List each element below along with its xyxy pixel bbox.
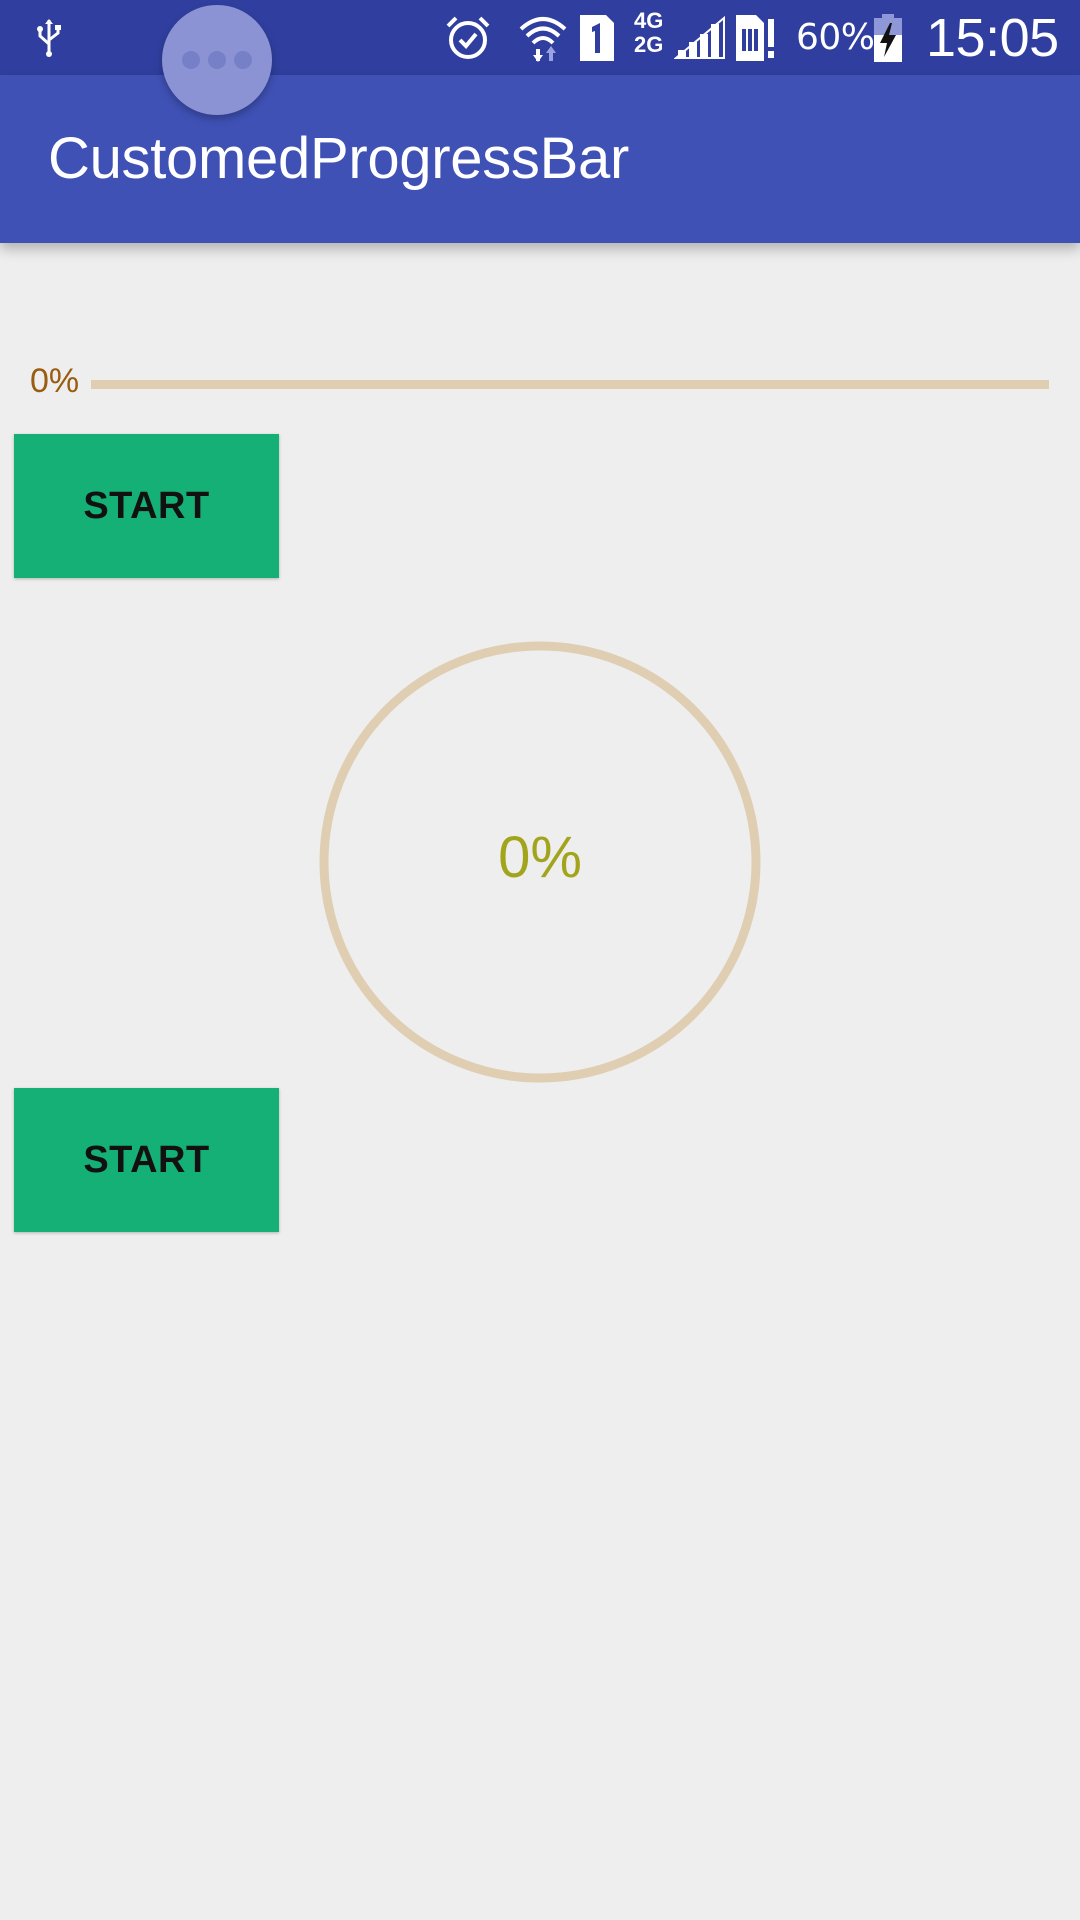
linear-progress-label: 0%	[30, 362, 80, 400]
app-title: CustomedProgressBar	[48, 126, 629, 191]
battery-percent: 60%	[796, 17, 875, 58]
more-icon-dot	[182, 51, 200, 69]
clock: 15:05	[926, 7, 1059, 68]
battery-charging-icon	[872, 0, 908, 75]
circular-progress-label: 0%	[498, 824, 582, 890]
alarm-icon	[444, 0, 496, 75]
sim-alert-icon	[734, 0, 780, 75]
start-button-circular[interactable]: START	[14, 1088, 279, 1232]
app-bar: CustomedProgressBar	[0, 75, 1080, 243]
signal-icon: 4G 2G	[634, 0, 726, 75]
circular-progress: 0%	[318, 640, 762, 1084]
more-icon-dot	[234, 51, 252, 69]
sim1-icon	[578, 0, 620, 75]
wifi-icon	[518, 0, 570, 75]
floating-menu-bubble[interactable]	[162, 5, 272, 115]
start-button-linear[interactable]: START	[14, 434, 279, 578]
network-type-top: 4G	[634, 8, 664, 33]
network-type-bottom: 2G	[634, 32, 664, 57]
more-icon-dot	[208, 51, 226, 69]
linear-progress-bar	[91, 380, 1049, 389]
usb-icon	[34, 0, 70, 75]
